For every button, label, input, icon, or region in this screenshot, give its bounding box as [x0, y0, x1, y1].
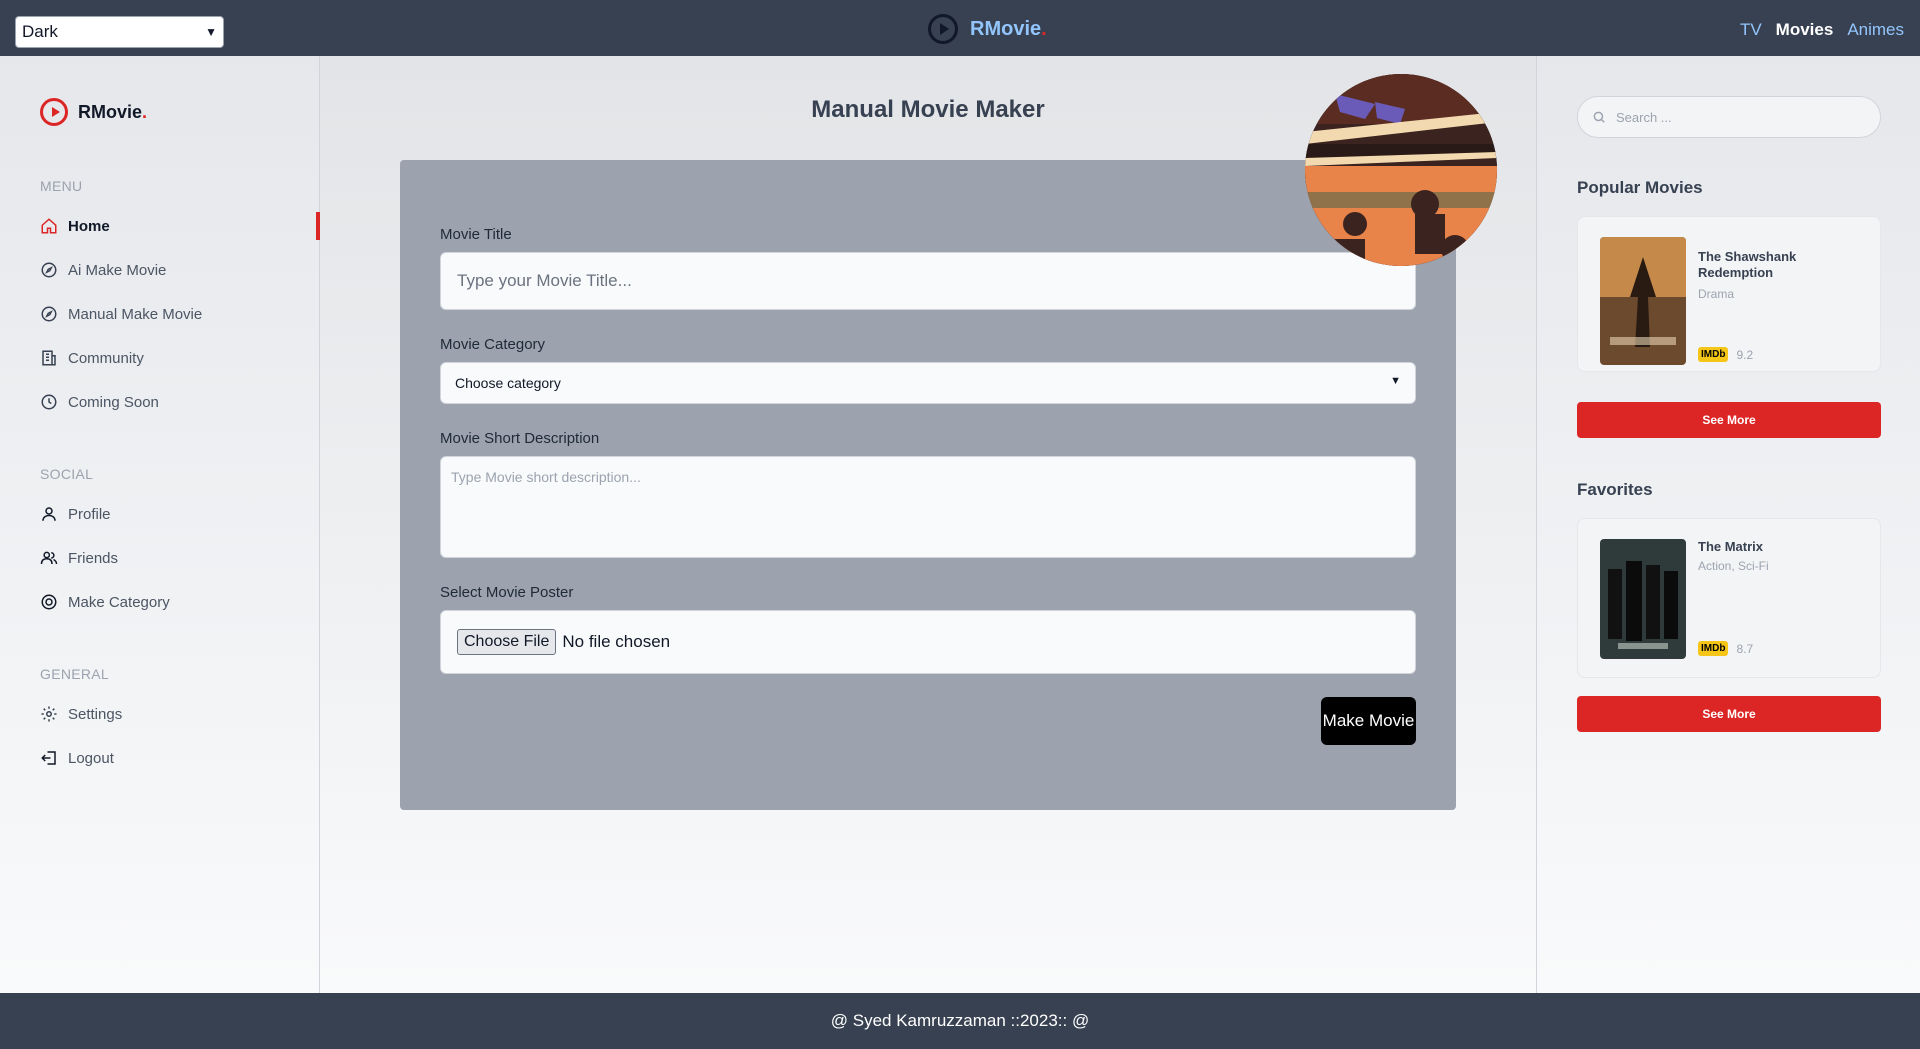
favorites-title: Favorites [1577, 480, 1653, 499]
compass-icon [41, 262, 57, 278]
users-icon [40, 551, 58, 565]
movie-maker-illustration [1305, 74, 1497, 266]
imdb-badge: IMDb [1698, 347, 1729, 362]
rating-value: 8.7 [1736, 641, 1754, 656]
sidebar-item-label: Profile [68, 505, 111, 523]
sidebar-item-label: Ai Make Movie [68, 261, 167, 279]
top-brand-name: RMovie. [970, 17, 1047, 40]
movie-title-label: Movie Title [440, 226, 512, 243]
favorite-movie-card[interactable]: The Matrix Action, Sci-Fi IMDb 8.7 [1577, 518, 1881, 678]
sidebar-brand[interactable]: RMovie. [40, 98, 147, 126]
sidebar-item-manual-make-movie[interactable]: Manual Make Movie [40, 302, 202, 326]
gear-icon [41, 706, 57, 722]
sidebar-item-label: Manual Make Movie [68, 305, 203, 323]
sidebar-item-label: Community [68, 349, 144, 367]
movie-poster-file-input[interactable]: Choose File No file chosen [440, 610, 1416, 674]
movie-category-select[interactable]: Choose category ▼ [440, 362, 1416, 404]
user-icon [42, 507, 56, 521]
sidebar-item-logout[interactable]: Logout [40, 746, 114, 770]
make-movie-button[interactable]: Make Movie [1321, 697, 1416, 745]
shawshank-poster [1600, 237, 1686, 365]
top-bar: Dark ▼ RMovie. TV Movies Animes [0, 0, 1920, 56]
clock-icon [41, 394, 57, 410]
no-file-chosen-text: No file chosen [562, 632, 671, 651]
sidebar-item-label: Home [68, 217, 110, 235]
sidebar-item-coming-soon[interactable]: Coming Soon [40, 390, 159, 414]
sidebar-item-settings[interactable]: Settings [40, 702, 122, 726]
movie-poster-label: Select Movie Poster [440, 584, 574, 601]
popular-movie-genre: Drama [1698, 287, 1735, 301]
movie-category-value: Choose category [455, 375, 561, 391]
theme-select-value: Dark [22, 22, 58, 41]
search-placeholder: Search ... [1616, 109, 1672, 125]
main-content: Manual Movie Maker Movie Title Type your… [320, 56, 1536, 993]
right-panel: Search ... Popular Movies The Shawshank … [1536, 56, 1920, 993]
compass-icon [41, 306, 57, 322]
favorite-movie-genre: Action, Sci-Fi [1698, 559, 1769, 573]
movie-title-input[interactable]: Type your Movie Title... [440, 252, 1416, 310]
chevron-down-icon: ▼ [205, 25, 217, 39]
search-input[interactable]: Search ... [1577, 96, 1881, 138]
sidebar-item-community[interactable]: Community [40, 346, 144, 370]
sidebar-item-label: Logout [68, 749, 114, 767]
movie-description-placeholder: Type Movie short description... [451, 469, 641, 485]
sidebar-item-label: Settings [68, 705, 123, 723]
chevron-down-icon: ▼ [1390, 375, 1401, 387]
sidebar-item-home[interactable]: Home [40, 214, 110, 238]
play-logo-icon [928, 14, 958, 44]
movie-description-label: Movie Short Description [440, 430, 600, 447]
target-icon [41, 594, 57, 610]
theme-select[interactable]: Dark ▼ [15, 16, 224, 48]
logout-icon [41, 751, 56, 765]
top-nav: TV Movies Animes [1740, 20, 1904, 40]
movie-category-label: Movie Category [440, 336, 546, 353]
popular-movies-title: Popular Movies [1577, 178, 1703, 197]
imdb-badge: IMDb [1698, 641, 1729, 656]
movie-title-placeholder: Type your Movie Title... [457, 271, 632, 290]
popular-movie-card[interactable]: The Shawshank Redemption Drama IMDb 9.2 [1577, 216, 1881, 372]
favorite-movie-title: The Matrix [1698, 539, 1764, 554]
search-icon [1593, 111, 1605, 123]
movie-description-textarea[interactable]: Type Movie short description... [440, 456, 1416, 558]
sidebar-item-ai-make-movie[interactable]: Ai Make Movie [40, 258, 166, 282]
nav-tv[interactable]: TV [1740, 20, 1762, 40]
top-brand[interactable]: RMovie. [928, 14, 1047, 44]
matrix-poster [1600, 539, 1686, 659]
nav-animes[interactable]: Animes [1847, 20, 1904, 40]
social-section-label: SOCIAL [40, 466, 94, 482]
footer-text: @ Syed Kamruzzaman ::2023:: @ [830, 1011, 1090, 1030]
sidebar-item-make-category[interactable]: Make Category [40, 590, 170, 614]
sidebar-brand-name: RMovie. [78, 101, 148, 122]
sidebar: RMovie. MENU Home Ai Make Movie Manual M… [0, 56, 320, 993]
movie-form: Movie Title Type your Movie Title... Mov… [400, 160, 1456, 810]
sidebar-item-label: Friends [68, 549, 119, 567]
home-icon [41, 218, 57, 234]
favorite-movie-rating: IMDb 8.7 [1698, 641, 1753, 656]
building-icon [42, 350, 56, 366]
sidebar-item-label: Coming Soon [68, 393, 159, 411]
popular-movie-rating: IMDb 9.2 [1698, 347, 1753, 362]
sidebar-item-friends[interactable]: Friends [40, 546, 118, 570]
popular-movie-title: The Shawshank Redemption [1698, 249, 1797, 280]
menu-section-label: MENU [40, 178, 83, 194]
sidebar-item-profile[interactable]: Profile [40, 502, 111, 526]
choose-file-button[interactable]: Choose File [457, 629, 557, 655]
sidebar-item-label: Make Category [68, 593, 170, 611]
see-more-popular-button[interactable]: See More [1577, 402, 1881, 438]
nav-movies[interactable]: Movies [1776, 20, 1834, 40]
see-more-favorites-button[interactable]: See More [1577, 696, 1881, 732]
rating-value: 9.2 [1736, 347, 1754, 362]
general-section-label: GENERAL [40, 666, 110, 682]
footer: @ Syed Kamruzzaman ::2023:: @ [0, 993, 1920, 1049]
play-logo-icon [40, 98, 68, 126]
